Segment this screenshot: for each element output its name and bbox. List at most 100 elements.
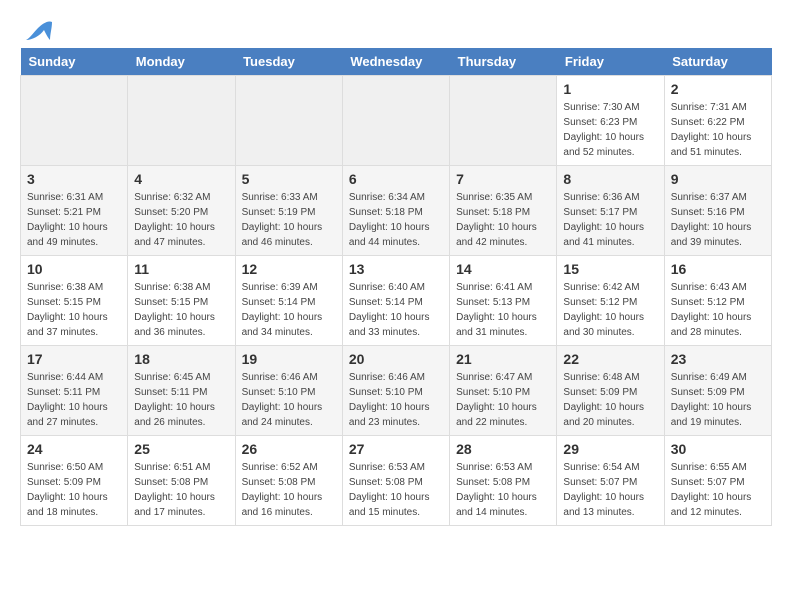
sunrise-label: Sunrise: 6:45 AM bbox=[134, 372, 210, 383]
sunset-label: Sunset: 5:08 PM bbox=[242, 477, 316, 488]
day-info: Sunrise: 6:38 AMSunset: 5:15 PMDaylight:… bbox=[27, 280, 121, 340]
sunrise-label: Sunrise: 6:37 AM bbox=[671, 192, 747, 203]
sunset-label: Sunset: 6:23 PM bbox=[563, 117, 637, 128]
calendar-day-cell: 11Sunrise: 6:38 AMSunset: 5:15 PMDayligh… bbox=[128, 256, 235, 346]
sunrise-label: Sunrise: 6:38 AM bbox=[27, 282, 103, 293]
daylight-label: Daylight: 10 hours and 36 minutes. bbox=[134, 312, 215, 338]
day-number: 12 bbox=[242, 261, 336, 277]
day-info: Sunrise: 6:44 AMSunset: 5:11 PMDaylight:… bbox=[27, 370, 121, 430]
weekday-header-thursday: Thursday bbox=[450, 48, 557, 76]
day-info: Sunrise: 6:53 AMSunset: 5:08 PMDaylight:… bbox=[349, 460, 443, 520]
sunrise-label: Sunrise: 6:46 AM bbox=[242, 372, 318, 383]
calendar-day-cell bbox=[450, 76, 557, 166]
daylight-label: Daylight: 10 hours and 30 minutes. bbox=[563, 312, 644, 338]
weekday-header-friday: Friday bbox=[557, 48, 664, 76]
calendar-day-cell: 10Sunrise: 6:38 AMSunset: 5:15 PMDayligh… bbox=[21, 256, 128, 346]
calendar-day-cell: 20Sunrise: 6:46 AMSunset: 5:10 PMDayligh… bbox=[342, 346, 449, 436]
day-info: Sunrise: 6:49 AMSunset: 5:09 PMDaylight:… bbox=[671, 370, 765, 430]
day-info: Sunrise: 6:45 AMSunset: 5:11 PMDaylight:… bbox=[134, 370, 228, 430]
weekday-header-tuesday: Tuesday bbox=[235, 48, 342, 76]
sunrise-label: Sunrise: 6:39 AM bbox=[242, 282, 318, 293]
calendar-day-cell: 26Sunrise: 6:52 AMSunset: 5:08 PMDayligh… bbox=[235, 436, 342, 526]
sunrise-label: Sunrise: 6:44 AM bbox=[27, 372, 103, 383]
calendar-day-cell: 2 Sunrise: 7:31 AMSunset: 6:22 PMDaylight… bbox=[664, 76, 771, 166]
sunset-label: Sunset: 5:20 PM bbox=[134, 207, 208, 218]
day-number: 9 bbox=[671, 171, 765, 187]
sunrise-label: Sunrise: 6:54 AM bbox=[563, 462, 639, 473]
calendar-day-cell: 8Sunrise: 6:36 AMSunset: 5:17 PMDaylight… bbox=[557, 166, 664, 256]
day-number: 2 bbox=[671, 81, 765, 97]
daylight-label: Daylight: 10 hours and 42 minutes. bbox=[456, 222, 537, 248]
daylight-label: Daylight: 10 hours and 22 minutes. bbox=[456, 402, 537, 428]
calendar-day-cell: 29Sunrise: 6:54 AMSunset: 5:07 PMDayligh… bbox=[557, 436, 664, 526]
daylight-label: Daylight: 10 hours and 31 minutes. bbox=[456, 312, 537, 338]
day-info: Sunrise: 6:42 AM Sunset: 5:12 PM Daylight:… bbox=[563, 280, 657, 340]
day-info: Sunrise: 6:46 AM Sunset: 5:10 PM Daylight:… bbox=[242, 370, 336, 430]
sunrise-label: Sunrise: 6:48 AM bbox=[563, 372, 639, 383]
calendar-day-cell: 25 Sunrise: 6:51 AMSunset: 5:08 PMDayligh… bbox=[128, 436, 235, 526]
sunset-label: Sunset: 5:07 PM bbox=[671, 477, 745, 488]
daylight-label: Daylight: 10 hours and 46 minutes. bbox=[242, 222, 323, 248]
day-info: Sunrise: 6:51 AMSunset: 5:08 PMDaylight:… bbox=[134, 460, 228, 520]
calendar-week-row: 10Sunrise: 6:38 AMSunset: 5:15 PMDayligh… bbox=[21, 256, 772, 346]
day-number: 15 bbox=[563, 261, 657, 277]
daylight-label: Daylight: 10 hours and 41 minutes. bbox=[563, 222, 644, 248]
day-info: Sunrise: 6:32 AMSunset: 5:20 PMDaylight:… bbox=[134, 190, 228, 250]
sunset-label: Sunset: 5:13 PM bbox=[456, 297, 530, 308]
calendar-day-cell: 23Sunrise: 6:49 AMSunset: 5:09 PMDayligh… bbox=[664, 346, 771, 436]
day-number: 26 bbox=[242, 441, 336, 457]
logo bbox=[20, 20, 54, 38]
calendar-day-cell: 15 Sunrise: 6:42 AM Sunset: 5:12 PM Dayligh… bbox=[557, 256, 664, 346]
calendar-day-cell: 19Sunrise: 6:46 AMSunset: 5:10 PMDayligh… bbox=[235, 346, 342, 436]
calendar-day-cell: 18Sunrise: 6:45 AMSunset: 5:11 PMDayligh… bbox=[128, 346, 235, 436]
day-number: 11 bbox=[134, 261, 228, 277]
sunrise-label: Sunrise: 6:53 AM bbox=[349, 462, 425, 473]
calendar-week-row: 17Sunrise: 6:44 AMSunset: 5:11 PMDayligh… bbox=[21, 346, 772, 436]
day-info: Sunrise: 6:34 AMSunset: 5:18 PMDaylight:… bbox=[349, 190, 443, 250]
day-info: Sunrise: 6:33 AMSunset: 5:19 PMDaylight:… bbox=[242, 190, 336, 250]
calendar-day-cell: 14Sunrise: 6:41 AMSunset: 5:13 PMDayligh… bbox=[450, 256, 557, 346]
sunset-label: Sunset: 5:12 PM bbox=[563, 297, 637, 308]
day-info: Sunrise: 6:41 AMSunset: 5:13 PMDaylight:… bbox=[456, 280, 550, 340]
weekday-header-saturday: Saturday bbox=[664, 48, 771, 76]
sunset-label: Sunset: 5:10 PM bbox=[349, 387, 423, 398]
calendar-day-cell: 24Sunrise: 6:50 AMSunset: 5:09 PMDayligh… bbox=[21, 436, 128, 526]
sunset-label: Sunset: 5:08 PM bbox=[349, 477, 423, 488]
day-info: Sunrise: 7:30 AMSunset: 6:23 PMDaylight:… bbox=[563, 100, 657, 160]
sunrise-label: Sunrise: 7:31 AM bbox=[671, 102, 747, 113]
day-number: 21 bbox=[456, 351, 550, 367]
daylight-label: Daylight: 10 hours and 28 minutes. bbox=[671, 312, 752, 338]
calendar-day-cell: 5Sunrise: 6:33 AMSunset: 5:19 PMDaylight… bbox=[235, 166, 342, 256]
day-info: Sunrise: 6:47 AMSunset: 5:10 PMDaylight:… bbox=[456, 370, 550, 430]
sunrise-label: Sunrise: 6:35 AM bbox=[456, 192, 532, 203]
day-number: 13 bbox=[349, 261, 443, 277]
calendar-day-cell: 4Sunrise: 6:32 AMSunset: 5:20 PMDaylight… bbox=[128, 166, 235, 256]
daylight-label: Daylight: 10 hours and 52 minutes. bbox=[563, 132, 644, 158]
day-number: 18 bbox=[134, 351, 228, 367]
day-info: Sunrise: 6:53 AMSunset: 5:08 PMDaylight:… bbox=[456, 460, 550, 520]
sunset-label: Sunset: 5:09 PM bbox=[563, 387, 637, 398]
daylight-label: Daylight: 10 hours and 16 minutes. bbox=[242, 492, 323, 518]
calendar-day-cell bbox=[21, 76, 128, 166]
day-number: 20 bbox=[349, 351, 443, 367]
sunrise-label: Sunrise: 6:53 AM bbox=[456, 462, 532, 473]
sunset-label: Sunset: 5:11 PM bbox=[134, 387, 207, 398]
sunrise-label: Sunrise: 6:46 AM bbox=[349, 372, 425, 383]
day-number: 7 bbox=[456, 171, 550, 187]
day-number: 6 bbox=[349, 171, 443, 187]
daylight-label: Daylight: 10 hours and 24 minutes. bbox=[242, 402, 323, 428]
sunset-label: Sunset: 5:14 PM bbox=[349, 297, 423, 308]
day-number: 25 bbox=[134, 441, 228, 457]
daylight-label: Daylight: 10 hours and 44 minutes. bbox=[349, 222, 430, 248]
sunrise-label: Sunrise: 6:40 AM bbox=[349, 282, 425, 293]
daylight-label: Daylight: 10 hours and 12 minutes. bbox=[671, 492, 752, 518]
daylight-label: Daylight: 10 hours and 14 minutes. bbox=[456, 492, 537, 518]
sunrise-label: Sunrise: 6:42 AM bbox=[563, 282, 639, 293]
day-info: Sunrise: 6:35 AMSunset: 5:18 PMDaylight:… bbox=[456, 190, 550, 250]
calendar-day-cell: 6 Sunrise: 6:34 AMSunset: 5:18 PMDaylight… bbox=[342, 166, 449, 256]
sunset-label: Sunset: 5:10 PM bbox=[242, 387, 316, 398]
calendar-day-cell: 27Sunrise: 6:53 AMSunset: 5:08 PMDayligh… bbox=[342, 436, 449, 526]
day-info: Sunrise: 6:46 AMSunset: 5:10 PMDaylight:… bbox=[349, 370, 443, 430]
daylight-label: Daylight: 10 hours and 13 minutes. bbox=[563, 492, 644, 518]
day-info: Sunrise: 7:31 AMSunset: 6:22 PMDaylight:… bbox=[671, 100, 765, 160]
